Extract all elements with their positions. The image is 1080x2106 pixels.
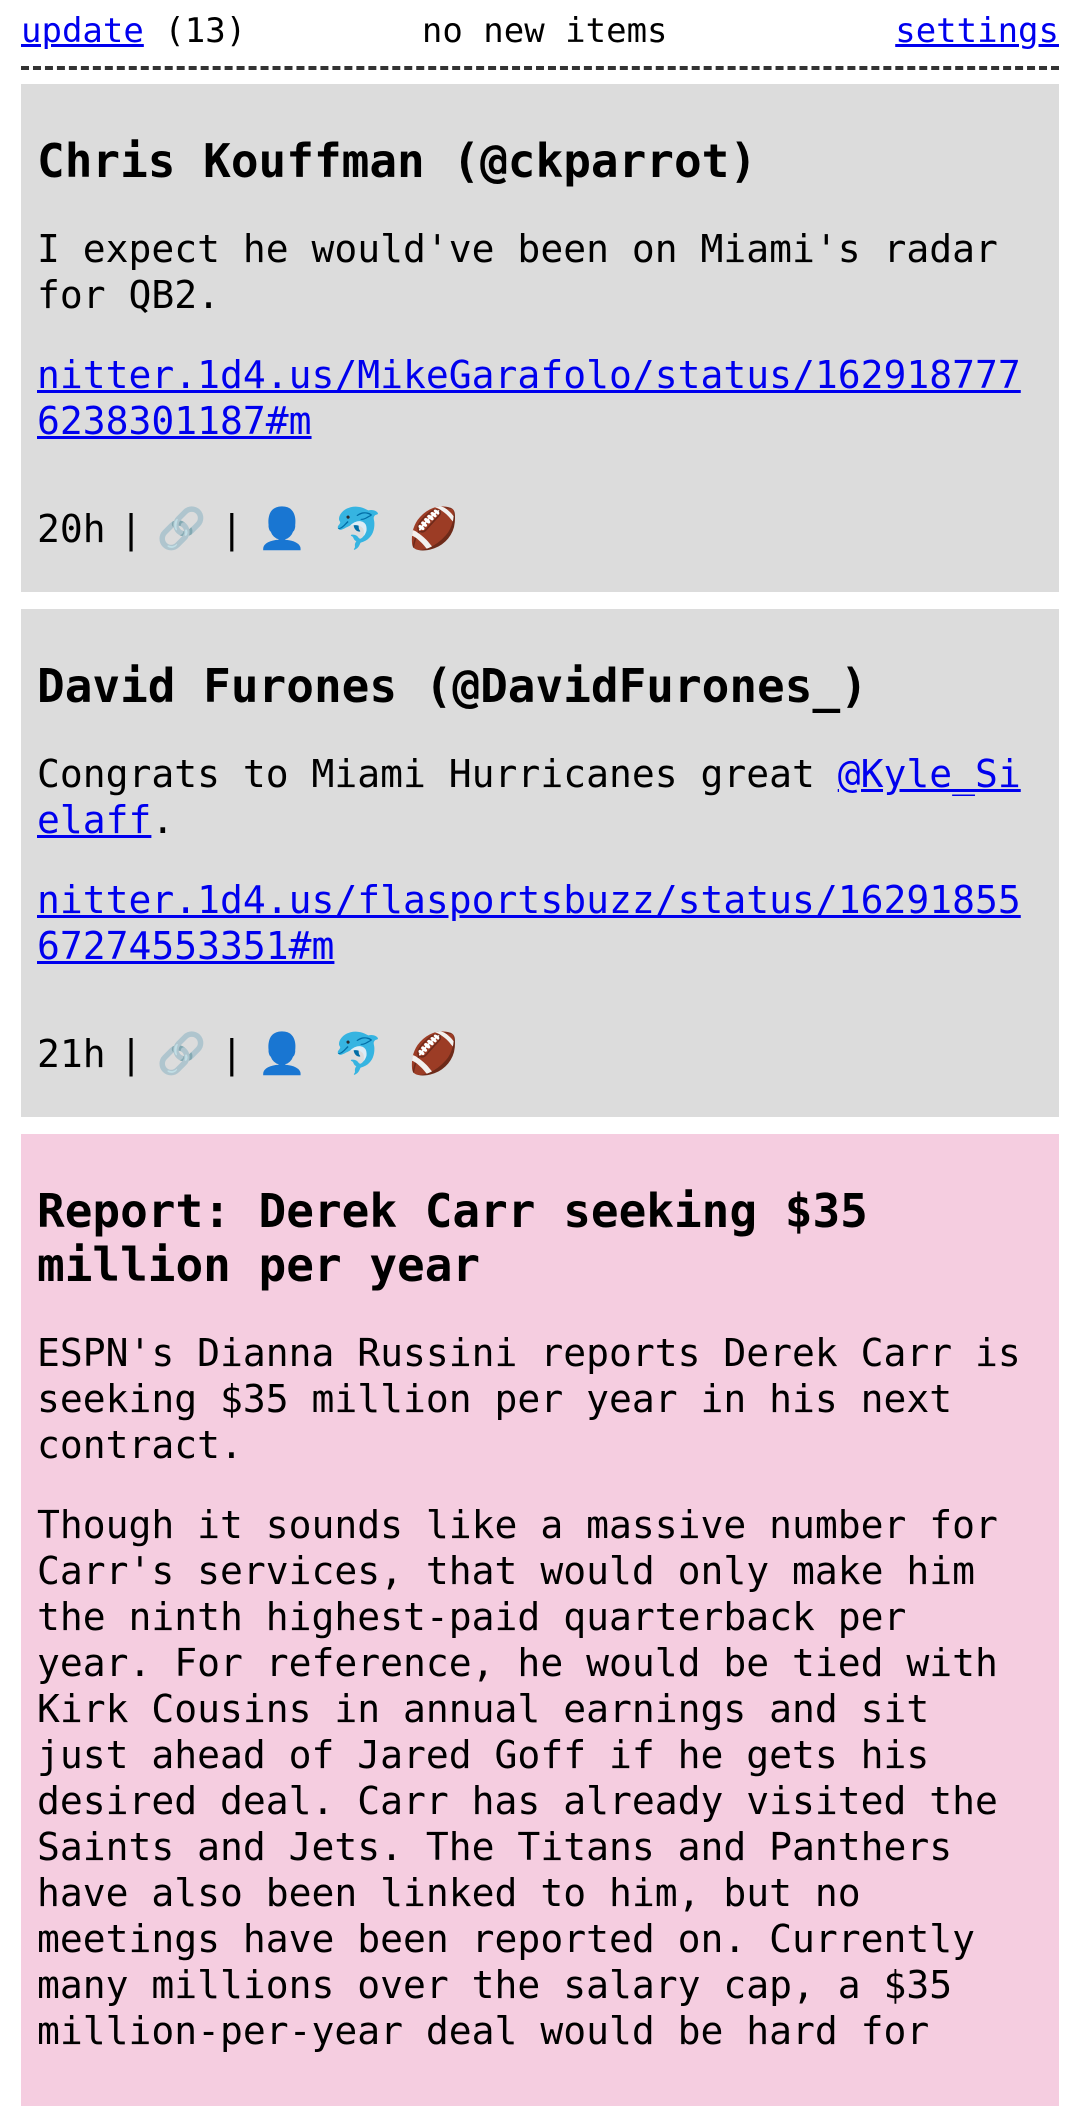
meta-separator: | [220, 1032, 244, 1076]
update-link[interactable]: update [21, 11, 144, 51]
post-text-before: Congrats to Miami Hurricanes great [37, 752, 838, 796]
football-icon[interactable]: 🏈 [409, 1029, 459, 1079]
dolphin-icon[interactable]: 🐬 [333, 504, 383, 554]
post-author: David Furones (@DavidFurones_) [37, 659, 868, 713]
meta-separator: | [220, 507, 244, 551]
feed-item: Chris Kouffman (@ckparrot) I expect he w… [21, 84, 1059, 592]
post-link-row: nitter.1d4.us/flasportsbuzz/status/16291… [37, 877, 1043, 969]
dolphin-icon[interactable]: 🐬 [333, 1029, 383, 1079]
status-text: no new items [421, 11, 668, 51]
meta-separator: | [119, 1032, 143, 1076]
football-icon[interactable]: 🏈 [409, 504, 459, 554]
post-link[interactable]: nitter.1d4.us/flasportsbuzz/status/16291… [37, 878, 1021, 968]
post-text-after: . [151, 798, 175, 842]
post-time: 20h [37, 507, 106, 551]
link-icon[interactable]: 🔗 [157, 504, 207, 554]
post-link-row: nitter.1d4.us/MikeGarafolo/status/162918… [37, 352, 1043, 444]
page: update (13) no new items settings Chris … [0, 0, 1080, 2106]
update-area: update (13) [21, 0, 246, 62]
post-text: I expect he would've been on Miami's rad… [37, 227, 998, 317]
feed-item: David Furones (@DavidFurones_) Congrats … [21, 609, 1059, 1117]
update-count: (13) [164, 11, 247, 51]
divider [21, 66, 1059, 70]
article-paragraph: ESPN's Dianna Russini reports Derek Carr… [37, 1331, 1021, 1467]
post-meta: 21h | 🔗 | 👤 🐬 🏈 [37, 1029, 1043, 1079]
post-author: Chris Kouffman (@ckparrot) [37, 134, 758, 188]
link-icon[interactable]: 🔗 [157, 1029, 207, 1079]
article-paragraph: Though it sounds like a massive number f… [37, 1503, 998, 2053]
article-title: Report: Derek Carr seeking $35 million p… [37, 1184, 868, 1292]
post-text: Congrats to Miami Hurricanes great @Kyle… [37, 751, 1043, 843]
top-bar: update (13) no new items settings [21, 0, 1059, 62]
settings-link[interactable]: settings [895, 11, 1059, 51]
user-icon[interactable]: 👤 [257, 504, 307, 554]
post-meta: 20h | 🔗 | 👤 🐬 🏈 [37, 504, 1043, 554]
meta-separator: | [119, 507, 143, 551]
post-time: 21h [37, 1032, 106, 1076]
post-link[interactable]: nitter.1d4.us/MikeGarafolo/status/162918… [37, 353, 1021, 443]
feed-item-article: Report: Derek Carr seeking $35 million p… [21, 1134, 1059, 2106]
user-icon[interactable]: 👤 [257, 1029, 307, 1079]
